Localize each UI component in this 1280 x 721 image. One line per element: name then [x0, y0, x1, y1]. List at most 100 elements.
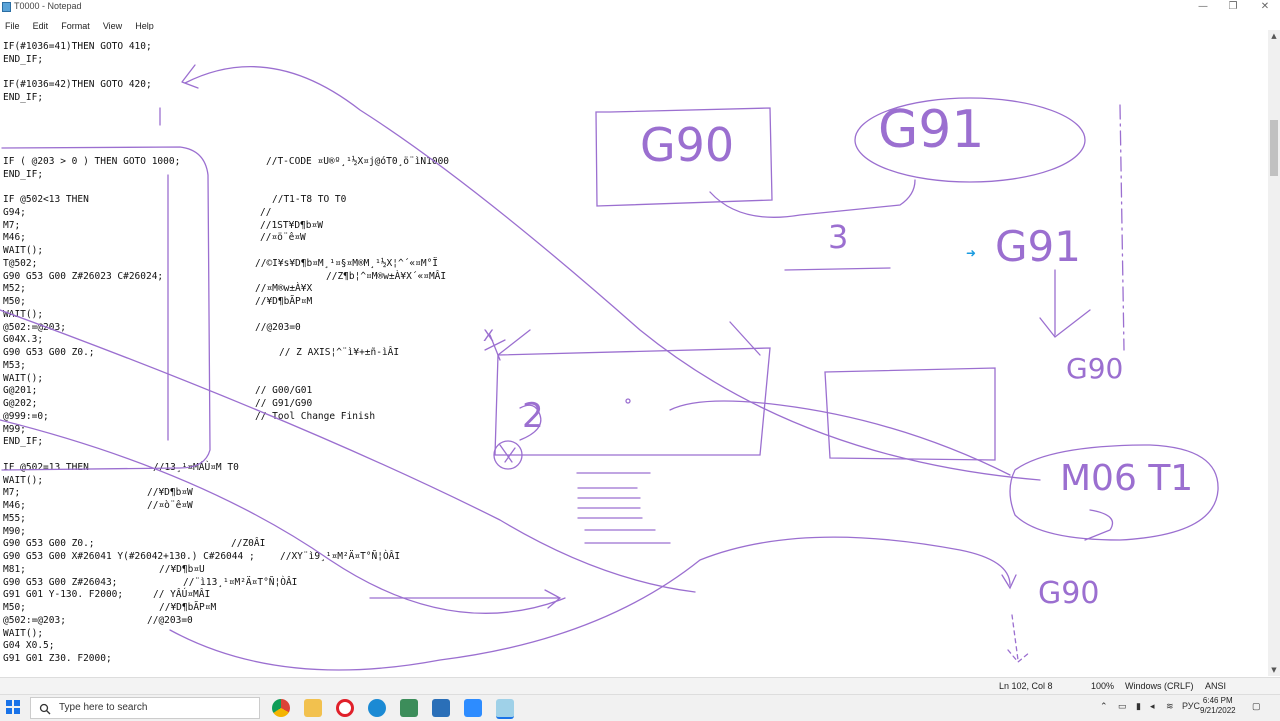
window-title: T0000 - Notepad [14, 1, 82, 11]
code-line: END_IF; [3, 92, 44, 103]
code-comment: // G00/G01 [255, 385, 313, 397]
menu-bar: File Edit Format View Help [0, 14, 1280, 31]
wifi-icon[interactable]: ≋ [1166, 701, 1174, 712]
code-line: M50; [3, 296, 26, 307]
microphone-icon[interactable]: ▮ [1136, 701, 1141, 712]
code-line: M99; [3, 423, 26, 435]
notepad-icon [2, 2, 11, 12]
windows-start-icon[interactable] [6, 700, 20, 714]
language-indicator[interactable]: РУС [1182, 701, 1200, 711]
code-comment: //¥D¶bÃP¤M [255, 296, 313, 307]
code-line: WAIT(); [3, 474, 44, 486]
handwritten-g90-box: G90 [640, 118, 735, 172]
code-comment: //1ST¥D¶b¤W [260, 219, 323, 231]
handwritten-g90-right: G90 [1066, 352, 1124, 385]
notification-icon[interactable]: ▢ [1252, 701, 1261, 712]
edge-icon[interactable] [368, 699, 386, 717]
handwritten-m06-t1: M06 T1 [1060, 458, 1194, 499]
code-comment: //T1-T8 TO T0 [272, 194, 347, 205]
code-line: IF ( @203 > 0 ) THEN GOTO 1000; [3, 155, 181, 167]
code-comment: //T-CODE ¤U®º¸¹½X¤j@óT0¸ö¨ìN1000 [266, 155, 450, 167]
code-line: M7; [3, 487, 21, 499]
code-line: M53; [3, 359, 26, 371]
code-line: IF(#1036=42)THEN GOTO 420; [3, 79, 152, 91]
network-icon[interactable]: ▭ [1118, 701, 1127, 712]
code-comment: // Tool Change Finish [255, 410, 376, 422]
code-comment: //Z0ÂI [231, 538, 266, 550]
code-comment: //¥D¶bÃP¤M [159, 602, 217, 613]
code-line: G90 G53 G00 Z#26043; [3, 576, 118, 588]
code-line: M50; [3, 602, 26, 613]
system-clock[interactable]: 6:46 PM 9/21/2022 [1200, 696, 1236, 716]
code-line: M90; [3, 525, 26, 537]
code-line: IF(#1036=41)THEN GOTO 410; [3, 41, 152, 52]
code-line: G91 G01 Y-130. F2000; [3, 589, 124, 601]
code-line: M46; [3, 500, 26, 511]
cursor-position: Ln 102, Col 8 [999, 681, 1053, 691]
code-comment: //¤ö¨ê¤W [260, 232, 306, 244]
clock-time: 6:46 PM [1202, 696, 1233, 705]
code-comment: //©I¥s¥D¶b¤M¸¹¤§¤M®M¸¹½X¦^´«¤M°Ï [255, 257, 439, 269]
code-line: G90 G53 G00 Z0.; [3, 347, 95, 358]
handwritten-g90-bottom: G90 [1038, 576, 1100, 611]
code-line: END_IF; [3, 168, 44, 180]
scrollbar-thumb[interactable] [1270, 120, 1278, 176]
opera-icon[interactable] [336, 699, 354, 717]
code-line: WAIT(); [3, 308, 44, 320]
code-line: M81; [3, 563, 26, 575]
zoom-level: 100% [1091, 681, 1115, 691]
search-icon [39, 703, 51, 715]
code-line: G91 G01 Z30. F2000; [3, 653, 112, 664]
code-line: G@202; [3, 398, 38, 409]
code-line: @502:=@203; [3, 614, 66, 626]
status-bar: Ln 102, Col 8 100% Windows (CRLF) ANSI [0, 677, 1280, 695]
code-comment: //¤ò¨ê¤W [147, 500, 193, 511]
scroll-up-icon[interactable]: ▲ [1268, 30, 1280, 42]
code-comment: //@203=0 [255, 321, 301, 333]
handwritten-two: 2 [522, 396, 544, 436]
code-line: M46; [3, 232, 26, 244]
zoom-icon[interactable] [464, 699, 482, 717]
tray-chevron-icon[interactable]: ⌃ [1100, 701, 1108, 712]
taskbar: Type here to search ⌃ ▭ ▮ ◂ ≋ РУС 6:46 P… [0, 694, 1280, 721]
vertical-scrollbar[interactable]: ▲ ▼ [1268, 30, 1280, 676]
code-line: G94; [3, 206, 26, 218]
code-line: M7; [3, 219, 21, 231]
code-comment: //¨ì13¸¹¤M²Ä¤T°Ñ¦ÒÂI [183, 576, 298, 588]
volume-icon[interactable]: ◂ [1150, 701, 1155, 712]
notepad-taskbar-icon[interactable] [496, 699, 514, 719]
code-comment: // [260, 206, 272, 218]
file-explorer-icon[interactable] [304, 699, 322, 717]
code-line: G90 G53 G00 Z0.; [3, 538, 95, 550]
code-line: G04X.3; [3, 334, 44, 346]
code-line: @999:=0; [3, 410, 49, 422]
code-line: M52; [3, 283, 26, 295]
clock-date: 9/21/2022 [1200, 706, 1236, 715]
code-line: T@502; [3, 257, 38, 269]
minimize-button[interactable]: — [1188, 0, 1218, 14]
code-comment: //XY¨ì9¸¹¤M²Ä¤T°Ñ¦ÒÂI [280, 551, 401, 562]
code-line: WAIT(); [3, 245, 44, 256]
code-line: M55; [3, 512, 26, 524]
code-line: WAIT(); [3, 627, 44, 639]
calculator-icon[interactable] [400, 699, 418, 717]
code-comment: // G91/G90 [255, 398, 313, 409]
maximize-button[interactable]: ❐ [1218, 0, 1248, 14]
code-line: END_IF; [3, 436, 44, 448]
code-comment: //¥D¶b¤W [147, 487, 193, 499]
blue-arrow-icon: ➜ [966, 246, 977, 260]
code-comment: //13¸¹¤MÁÙ¤M T0 [153, 461, 239, 473]
code-line: G04 X0.5; [3, 640, 55, 652]
code-comment: // YÂÚ¤MÂI [153, 589, 211, 601]
handwritten-three: 3 [828, 218, 849, 256]
taskbar-search[interactable]: Type here to search [30, 697, 260, 719]
scroll-down-icon[interactable]: ▼ [1268, 664, 1280, 676]
close-button[interactable]: ✕ [1250, 0, 1280, 14]
photos-icon[interactable] [432, 699, 450, 717]
line-ending: Windows (CRLF) [1125, 681, 1194, 691]
code-line: @502:=@203; [3, 321, 66, 333]
handwritten-g91-oval: G91 [878, 100, 985, 160]
chrome-icon[interactable] [272, 699, 290, 717]
code-comment: // Z AXIS¦^¨ì¥+±ñ-ìÂI [279, 347, 400, 358]
code-comment: //¥D¶b¤U [159, 563, 205, 575]
